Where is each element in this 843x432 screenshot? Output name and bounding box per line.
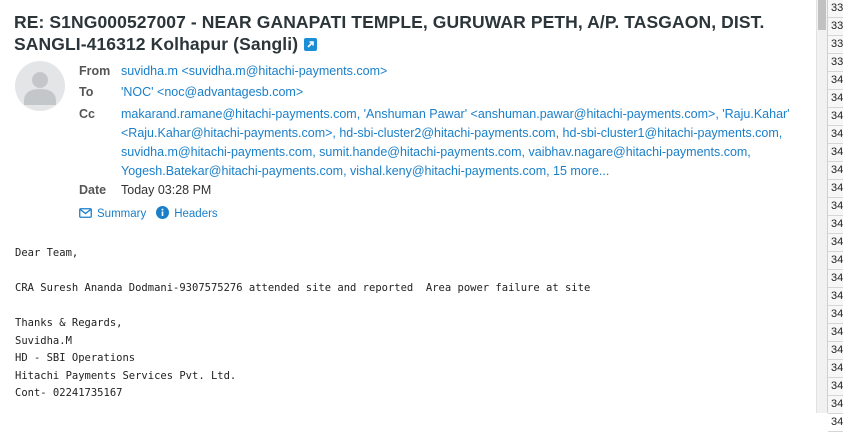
list-cell[interactable]: 34	[828, 198, 843, 216]
background-list-column: 33 33 33 33 34 34 34 34 34 34 34 34 34 34 34 34 34 34 34 34…	[827, 0, 843, 432]
list-cell[interactable]: 34	[828, 288, 843, 306]
message-subject: RE: S1NG000527007 - NEAR GANAPATI TEMPLE…	[14, 11, 804, 55]
list-cell[interactable]: 33	[828, 18, 843, 36]
summary-label: Summary	[97, 208, 147, 220]
list-cell[interactable]: 33	[828, 36, 843, 54]
list-cell[interactable]: 34	[828, 396, 843, 414]
from-value[interactable]: suvidha.m <suvidha.m@hitachi-payments.co…	[121, 64, 387, 78]
list-cell[interactable]: 34	[828, 324, 843, 342]
header-actions: Summary Headers	[79, 206, 228, 222]
date-value: Today 03:28 PM	[121, 183, 212, 197]
list-cell[interactable]: 34	[828, 414, 843, 432]
vertical-scrollbar[interactable]	[816, 0, 827, 413]
to-value[interactable]: 'NOC' <noc@advantagesb.com>	[121, 85, 303, 99]
list-cell[interactable]: 34	[828, 234, 843, 252]
list-cell[interactable]: 34	[828, 162, 843, 180]
list-cell[interactable]: 34	[828, 306, 843, 324]
list-cell[interactable]: 34	[828, 360, 843, 378]
cc-line[interactable]: makarand.ramane@hitachi-payments.com, 'A…	[121, 105, 801, 124]
list-cell[interactable]: 34	[828, 252, 843, 270]
list-cell[interactable]: 34	[828, 72, 843, 90]
list-cell[interactable]: 34	[828, 108, 843, 126]
message-body: Dear Team, CRA Suresh Ananda Dodmani-930…	[15, 247, 591, 399]
info-icon	[156, 206, 170, 222]
list-cell[interactable]: 34	[828, 270, 843, 288]
list-cell[interactable]: 34	[828, 378, 843, 396]
from-label: From	[79, 64, 111, 78]
to-label: To	[79, 85, 94, 99]
cc-line[interactable]: Yogesh.Batekar@hitachi-payments.com, vis…	[121, 162, 801, 181]
list-cell[interactable]: 34	[828, 90, 843, 108]
envelope-icon	[79, 207, 92, 221]
list-cell[interactable]: 34	[828, 342, 843, 360]
message-view: RE: S1NG000527007 - NEAR GANAPATI TEMPLE…	[0, 0, 816, 413]
open-external-icon[interactable]	[304, 38, 318, 51]
headers-label: Headers	[174, 208, 218, 220]
list-cell[interactable]: 33	[828, 54, 843, 72]
cc-line[interactable]: suvidha.m@hitachi-payments.com, sumit.ha…	[121, 143, 801, 162]
list-cell[interactable]: 34	[828, 216, 843, 234]
list-cell[interactable]: 33	[828, 0, 843, 18]
cc-line[interactable]: <Raju.Kahar@hitachi-payments.com>, hd-sb…	[121, 124, 801, 143]
sender-avatar	[15, 61, 65, 111]
list-cell[interactable]: 34	[828, 126, 843, 144]
list-cell[interactable]: 34	[828, 144, 843, 162]
cc-label: Cc	[79, 107, 95, 121]
summary-button[interactable]: Summary	[79, 207, 147, 221]
headers-button[interactable]: Headers	[156, 206, 218, 222]
list-cell[interactable]: 34	[828, 180, 843, 198]
cc-list[interactable]: makarand.ramane@hitachi-payments.com, 'A…	[121, 105, 801, 181]
subject-text: RE: S1NG000527007 - NEAR GANAPATI TEMPLE…	[14, 12, 765, 54]
date-label: Date	[79, 183, 107, 197]
scrollbar-thumb[interactable]	[818, 0, 826, 30]
